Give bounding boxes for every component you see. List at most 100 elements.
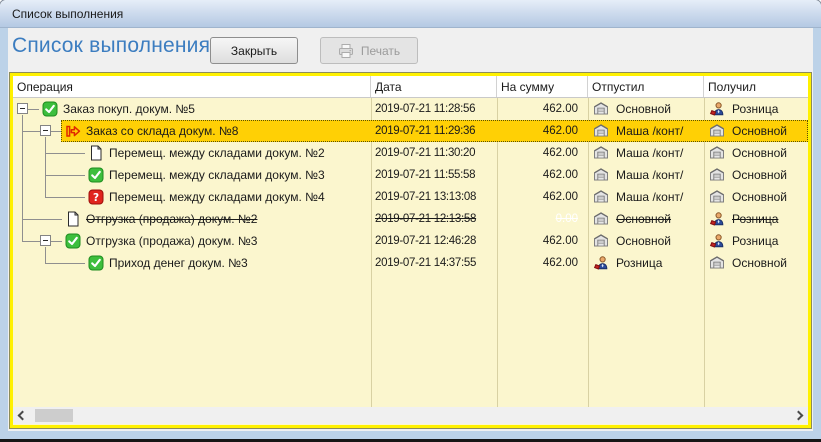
table-row[interactable]: 2019-07-21 11:28:56 462.00 Основной Розн… xyxy=(13,98,808,120)
column-header[interactable]: Отпустил xyxy=(588,76,704,97)
warehouse-icon xyxy=(709,189,725,205)
received-cell: Розница xyxy=(704,208,808,230)
released-cell: Основной xyxy=(588,98,704,120)
received-cell: Розница xyxy=(704,98,808,120)
received-cell: Основной xyxy=(704,252,808,274)
window-titlebar[interactable]: Список выполнения xyxy=(0,0,821,28)
released-label: Розница xyxy=(616,256,662,270)
document-icon xyxy=(88,145,104,161)
warehouse-icon xyxy=(593,123,609,139)
operation-label: Отгрузка (продажа) докум. №2 xyxy=(86,208,257,230)
person-icon xyxy=(709,233,725,249)
operation-label: Перемещ. между складами докум. №4 xyxy=(109,186,325,208)
tree-collapse-expander[interactable] xyxy=(40,125,51,136)
column-header[interactable]: Операция xyxy=(13,76,371,97)
warehouse-icon xyxy=(709,145,725,161)
window-frame: Список выполнения Закрыть Печать Операци… xyxy=(0,28,821,439)
released-cell: Маша /конт/ xyxy=(588,142,704,164)
warehouse-icon xyxy=(593,101,609,117)
released-cell: Маша /конт/ xyxy=(588,164,704,186)
tree-collapse-expander[interactable] xyxy=(40,235,51,246)
table-row[interactable]: 2019-07-21 12:46:28 462.00 Основной Розн… xyxy=(13,230,808,252)
amount-cell: 462.00 xyxy=(497,252,588,274)
released-label: Маша /конт/ xyxy=(616,190,683,204)
released-label: Основной xyxy=(616,234,671,248)
received-cell: Основной xyxy=(704,142,808,164)
date-cell: 2019-07-21 13:13:08 xyxy=(371,186,497,208)
print-button[interactable]: Печать xyxy=(320,37,418,64)
released-label: Маша /конт/ xyxy=(616,168,683,182)
received-label: Основной xyxy=(732,124,787,138)
table-row[interactable]: 2019-07-21 12:13:58 0.00 Основной Розниц… xyxy=(13,208,808,230)
check-done-icon xyxy=(88,167,104,183)
warehouse-icon xyxy=(593,211,609,227)
table-row[interactable]: 2019-07-21 11:29:36 462.00 Маша /конт/ О… xyxy=(13,120,808,142)
amount-cell: 462.00 xyxy=(497,164,588,186)
warehouse-icon xyxy=(709,123,725,139)
app-window: Список выполнения Список выполнения Закр… xyxy=(0,0,821,442)
amount-cell: 462.00 xyxy=(497,230,588,252)
received-label: Розница xyxy=(732,212,778,226)
amount-cell: 462.00 xyxy=(497,120,588,142)
check-done-icon xyxy=(42,101,58,117)
column-header[interactable]: На сумму xyxy=(497,76,588,97)
tree-collapse-expander[interactable] xyxy=(17,103,28,114)
date-cell: 2019-07-21 14:37:55 xyxy=(371,252,497,274)
close-button[interactable]: Закрыть xyxy=(210,37,298,64)
released-cell: Маша /конт/ xyxy=(588,120,704,142)
print-button-label: Печать xyxy=(361,44,400,58)
check-done-icon xyxy=(65,233,81,249)
warehouse-icon xyxy=(593,167,609,183)
received-label: Основной xyxy=(732,190,787,204)
window-title: Список выполнения xyxy=(12,7,123,21)
released-label: Основной xyxy=(616,102,671,116)
date-cell: 2019-07-21 11:29:36 xyxy=(371,120,497,142)
operation-label: Перемещ. между складами докум. №2 xyxy=(109,142,325,164)
operation-label: Перемещ. между складами докум. №3 xyxy=(109,164,325,186)
released-cell: Основной xyxy=(588,208,704,230)
warehouse-icon xyxy=(593,233,609,249)
table-row[interactable]: 2019-07-21 13:13:08 462.00 Маша /конт/ О… xyxy=(13,186,808,208)
table-header-row: ОперацияДатаНа суммуОтпустилПолучил xyxy=(13,76,808,98)
table-row[interactable]: 2019-07-21 14:37:55 462.00 Розница Основ… xyxy=(13,252,808,274)
run-arrow-icon xyxy=(65,123,81,139)
received-label: Основной xyxy=(732,168,787,182)
received-cell: Основной xyxy=(704,120,808,142)
page-title: Список выполнения xyxy=(12,34,210,58)
operation-label: Заказ со склада докум. №8 xyxy=(86,120,238,142)
scroll-left-arrow[interactable] xyxy=(13,407,30,424)
printer-icon xyxy=(338,43,354,59)
operation-label: Заказ покуп. докум. №5 xyxy=(63,98,195,120)
scroll-right-arrow[interactable] xyxy=(791,407,808,424)
svg-text:?: ? xyxy=(93,192,99,204)
released-cell: Маша /конт/ xyxy=(588,186,704,208)
received-label: Основной xyxy=(732,256,787,270)
received-cell: Основной xyxy=(704,186,808,208)
warehouse-icon xyxy=(709,255,725,271)
amount-cell: 462.00 xyxy=(497,98,588,120)
warehouse-icon xyxy=(593,145,609,161)
person-icon xyxy=(709,211,725,227)
column-header[interactable]: Дата xyxy=(371,76,497,97)
released-label: Основной xyxy=(616,212,671,226)
date-cell: 2019-07-21 11:28:56 xyxy=(371,98,497,120)
released-cell: Основной xyxy=(588,230,704,252)
warehouse-icon xyxy=(709,167,725,183)
amount-cell: 462.00 xyxy=(497,186,588,208)
document-icon xyxy=(65,211,81,227)
column-header[interactable]: Получил xyxy=(704,76,808,97)
horizontal-scrollbar[interactable] xyxy=(13,407,808,424)
table-row[interactable]: 2019-07-21 11:55:58 462.00 Маша /конт/ О… xyxy=(13,164,808,186)
table-row[interactable]: 2019-07-21 11:30:20 462.00 Маша /конт/ О… xyxy=(13,142,808,164)
received-cell: Розница xyxy=(704,230,808,252)
received-label: Розница xyxy=(732,102,778,116)
scrollbar-thumb[interactable] xyxy=(35,409,73,422)
date-cell: 2019-07-21 12:46:28 xyxy=(371,230,497,252)
window-content: Список выполнения Закрыть Печать Операци… xyxy=(8,28,813,431)
received-label: Основной xyxy=(732,146,787,160)
received-cell: Основной xyxy=(704,164,808,186)
operation-label: Приход денег докум. №3 xyxy=(109,252,248,274)
warehouse-icon xyxy=(593,189,609,205)
execution-list-table: ОперацияДатаНа суммуОтпустилПолучил 2019… xyxy=(10,73,811,428)
date-cell: 2019-07-21 12:13:58 xyxy=(371,208,497,230)
